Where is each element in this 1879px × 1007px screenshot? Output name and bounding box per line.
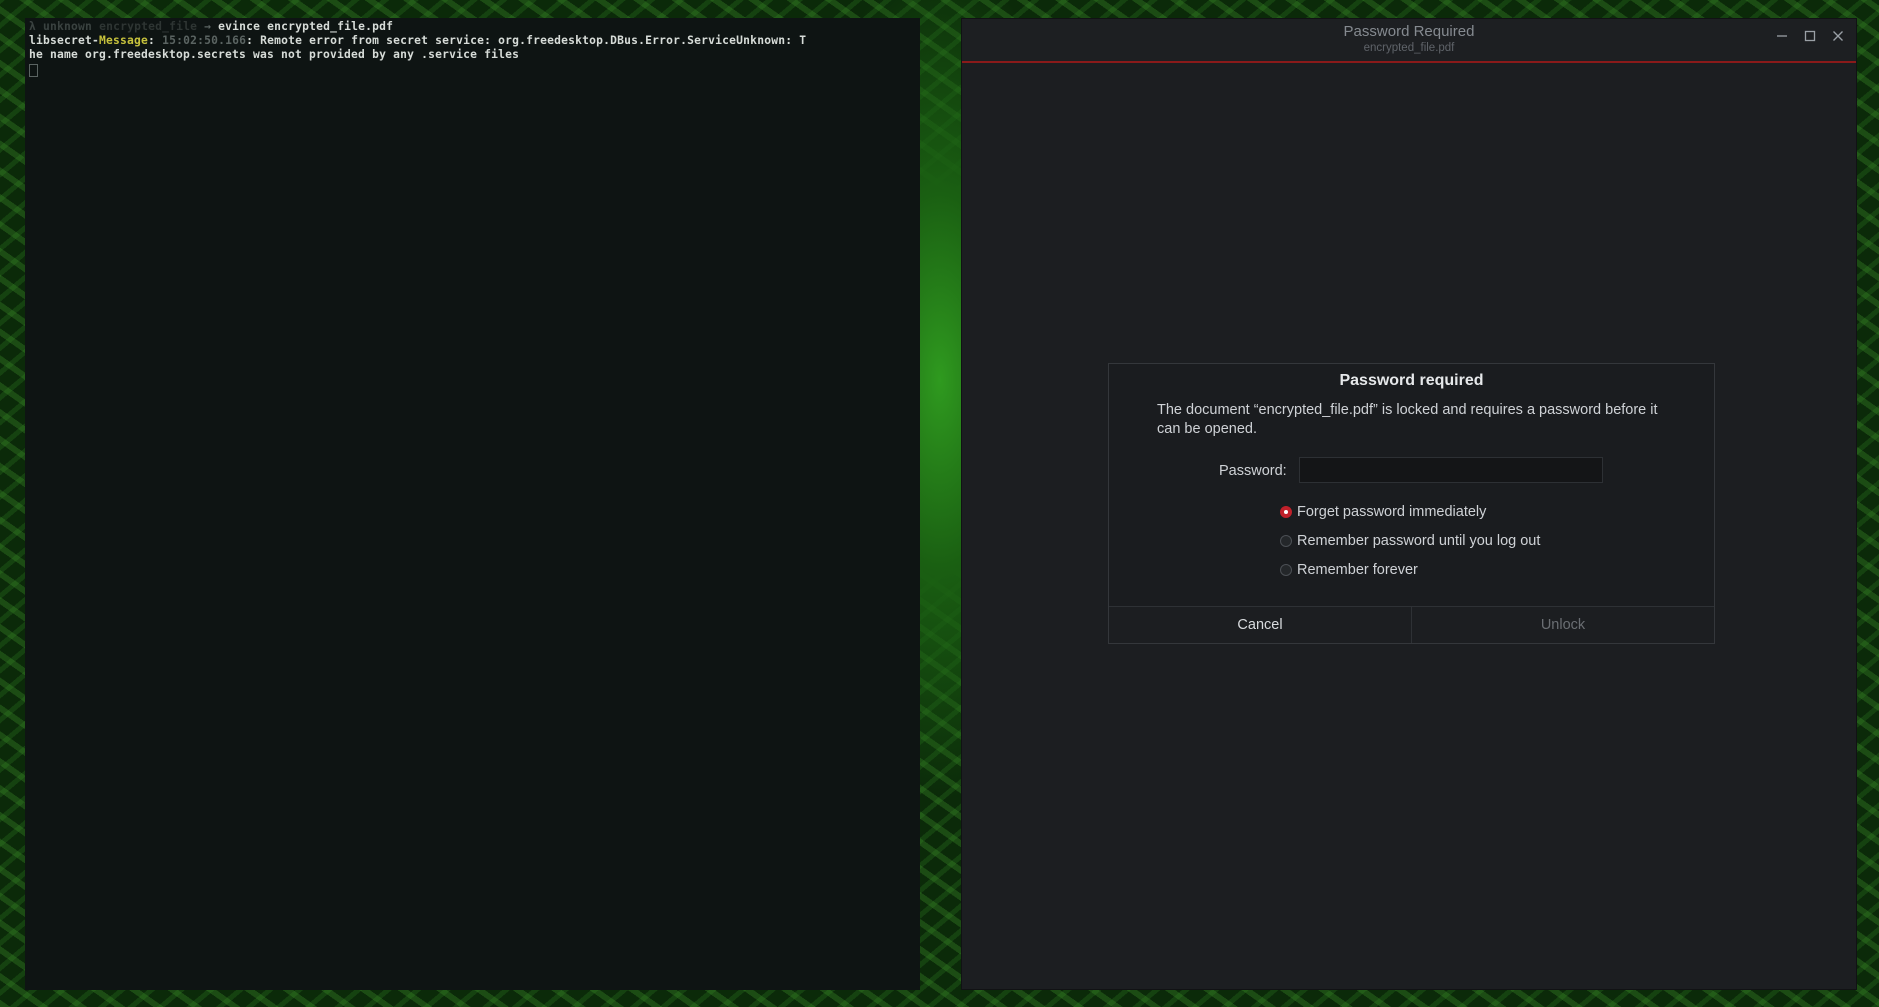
password-label: Password: (1219, 463, 1287, 479)
prompt-symbol: λ (29, 20, 37, 33)
msg-source: libsecret (29, 34, 93, 47)
radio-forget-immediately[interactable]: Forget password immediately (1280, 504, 1486, 520)
titlebar[interactable]: Password Required encrypted_file.pdf (962, 19, 1856, 63)
msg-text: : Remote error from secret service: org.… (246, 34, 807, 47)
password-input[interactable] (1299, 457, 1603, 483)
radio-button[interactable] (1280, 535, 1292, 547)
cancel-button[interactable]: Cancel (1109, 607, 1412, 643)
msg-time: 15:02:50.166 (162, 34, 247, 47)
terminal-output-line: libsecret-Message: 15:02:50.166: Remote … (29, 34, 916, 48)
terminal-cursor (29, 64, 38, 77)
dialog-button-bar: Cancel Unlock (1109, 606, 1714, 643)
close-icon[interactable] (1830, 28, 1846, 44)
dialog-message: The document “encrypted_file.pdf” is loc… (1157, 402, 1658, 437)
prompt-arrow: → (204, 20, 212, 33)
msg-separator: - (92, 34, 100, 47)
prompt-user: unknown (43, 20, 93, 33)
window-controls (1774, 28, 1846, 44)
radio-label: Remember password until you log out (1297, 533, 1541, 549)
radio-button[interactable] (1280, 564, 1292, 576)
minimize-icon[interactable] (1774, 28, 1790, 44)
terminal-window[interactable]: λ unknown encrypted_file → evince encryp… (25, 18, 920, 990)
window-title: Password Required (1343, 23, 1475, 40)
radio-label: Remember forever (1297, 562, 1418, 578)
terminal-cursor-line (29, 62, 916, 81)
unlock-button[interactable]: Unlock (1412, 607, 1714, 643)
terminal-output-line-2: he name org.freedesktop.secrets was not … (29, 48, 520, 61)
radio-remember-forever[interactable]: Remember forever (1280, 562, 1418, 578)
radio-button-checked[interactable] (1280, 506, 1292, 518)
password-dialog: Password required The document “encrypte… (1108, 363, 1715, 644)
msg-kind: Message (99, 34, 149, 47)
dialog-title: Password required (1339, 372, 1484, 389)
prompt-directory: encrypted_file (99, 20, 198, 33)
window-subtitle: encrypted_file.pdf (1363, 42, 1455, 54)
terminal-command: evince encrypted_file.pdf (218, 20, 394, 33)
terminal-prompt-line: λ unknown encrypted_file → evince encryp… (29, 20, 916, 34)
maximize-icon[interactable] (1802, 28, 1818, 44)
radio-label: Forget password immediately (1297, 504, 1487, 520)
radio-remember-session[interactable]: Remember password until you log out (1280, 533, 1540, 549)
msg-colon: : (148, 34, 156, 47)
evince-window: Password Required encrypted_file.pdf Pas… (961, 18, 1857, 990)
